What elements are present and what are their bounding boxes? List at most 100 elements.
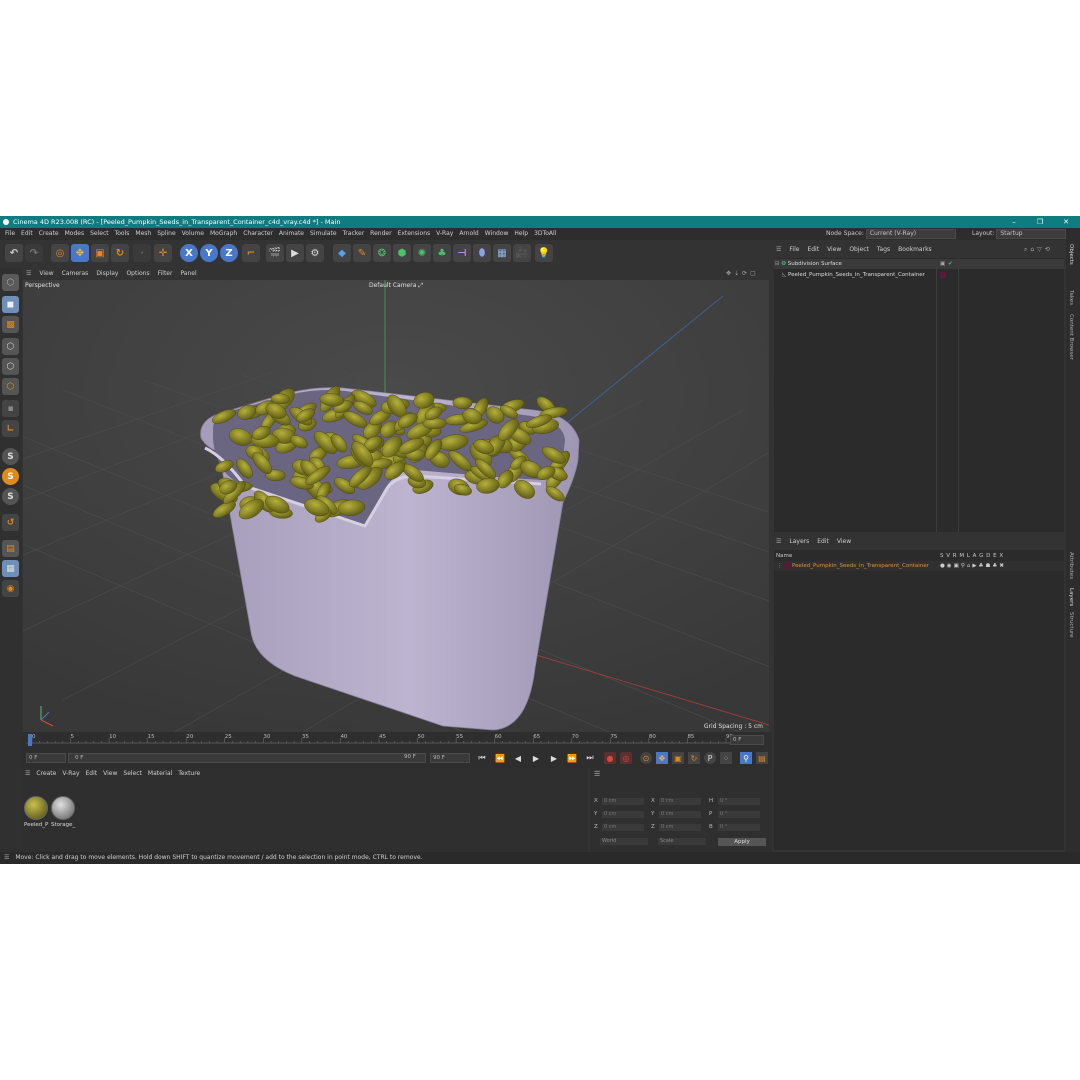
- rotation-p-field[interactable]: 0 °: [718, 811, 760, 818]
- undo-icon[interactable]: ↶: [5, 244, 23, 262]
- menu-character[interactable]: Character: [240, 228, 276, 240]
- previous-keyframe-icon[interactable]: ⏪: [494, 752, 506, 764]
- layer-flag-icons[interactable]: ●◉▣⚲⌂▶♣☗♣✖: [940, 561, 1006, 571]
- layer-menu-layers[interactable]: Layers: [785, 536, 813, 548]
- model-mode-icon[interactable]: ◼: [2, 296, 19, 313]
- node-space-dropdown[interactable]: Current (V-Ray): [865, 228, 956, 239]
- grid-lock-icon[interactable]: ▦: [2, 560, 19, 577]
- camera-icon[interactable]: 🎥: [513, 244, 531, 262]
- transform-icon[interactable]: ✛: [154, 244, 172, 262]
- tab-attributes[interactable]: Attributes: [1068, 552, 1074, 579]
- axis-mode-icon[interactable]: ∟: [2, 420, 19, 437]
- object-menu-tags[interactable]: Tags: [873, 244, 894, 256]
- material-slot[interactable]: Storage_: [51, 796, 75, 832]
- viewport-menu-filter[interactable]: Filter: [154, 268, 177, 280]
- menu-render[interactable]: Render: [367, 228, 394, 240]
- collapse-icon[interactable]: ⊟: [774, 261, 780, 267]
- deformer-icon[interactable]: ♣: [433, 244, 451, 262]
- key-rotation-icon[interactable]: ↻: [688, 752, 700, 764]
- minimize-button[interactable]: –: [1004, 216, 1024, 228]
- x-axis-button[interactable]: X: [180, 244, 198, 262]
- range-start-field[interactable]: 0 F: [68, 753, 426, 763]
- menu-volume[interactable]: Volume: [179, 228, 207, 240]
- bend-deformer-icon[interactable]: ⊣: [453, 244, 471, 262]
- viewport-menu-options[interactable]: Options: [122, 268, 153, 280]
- z-axis-button[interactable]: Z: [220, 244, 238, 262]
- recent-tool-icon[interactable]: ·: [133, 244, 151, 262]
- timeline-ruler[interactable]: 051015202530354045505560657075808590: [26, 734, 733, 744]
- render-view-icon[interactable]: 🎬: [266, 244, 284, 262]
- object-row[interactable]: ⊟ ❂ Subdivision Surface ▣ ✔: [774, 259, 1064, 269]
- enabled-check-icon[interactable]: ✔: [948, 259, 953, 269]
- snap-icon[interactable]: S: [2, 448, 19, 465]
- y-axis-button[interactable]: Y: [200, 244, 218, 262]
- layout-dropdown[interactable]: Startup: [996, 228, 1067, 239]
- motion-system-icon[interactable]: ⚲: [740, 752, 752, 764]
- extrude-generator-icon[interactable]: ⬢: [393, 244, 411, 262]
- material-menu-vray[interactable]: V-Ray: [59, 768, 82, 780]
- object-row[interactable]: ◺ Peeled_Pumpkin_Seeds_in_Transparent_Co…: [774, 270, 1072, 280]
- visibility-toggle-icon[interactable]: ▣: [940, 259, 945, 269]
- object-menu-file[interactable]: File: [785, 244, 803, 256]
- viewport-hamburger-icon[interactable]: ☰: [22, 268, 35, 280]
- menu-3dtoall[interactable]: 3DToAll: [531, 228, 559, 240]
- start-frame-field[interactable]: 0 F: [26, 753, 66, 763]
- next-keyframe-icon[interactable]: ⏩: [566, 752, 578, 764]
- layer-color-swatch[interactable]: [940, 272, 946, 278]
- play-icon[interactable]: ▶: [530, 752, 542, 764]
- apply-button[interactable]: Apply: [718, 838, 766, 846]
- tab-content-browser[interactable]: Content Browser: [1068, 314, 1074, 360]
- uv-mode-icon[interactable]: ▪: [2, 400, 19, 417]
- status-hamburger-icon[interactable]: ☰: [0, 854, 13, 861]
- object-menu-view[interactable]: View: [823, 244, 845, 256]
- key-parameter-icon[interactable]: P: [704, 752, 716, 764]
- next-frame-icon[interactable]: ▶: [548, 752, 560, 764]
- position-x-field[interactable]: 0 cm: [602, 798, 644, 805]
- position-z-field[interactable]: 0 cm: [602, 824, 644, 831]
- tweak-mode-icon[interactable]: ↺: [2, 514, 19, 531]
- menu-extensions[interactable]: Extensions: [395, 228, 434, 240]
- viewport-camera-label[interactable]: Default Camera ⤢: [369, 282, 423, 290]
- menu-edit[interactable]: Edit: [18, 228, 36, 240]
- subdivision-surface-icon[interactable]: ❂: [373, 244, 391, 262]
- edges-mode-icon[interactable]: ⬡: [2, 358, 19, 375]
- menu-tools[interactable]: Tools: [112, 228, 133, 240]
- layer-drag-icon[interactable]: ⋮: [774, 563, 783, 569]
- menu-simulate[interactable]: Simulate: [307, 228, 340, 240]
- material-hamburger-icon[interactable]: ☰: [22, 768, 33, 780]
- material-slot[interactable]: Peeled_P: [24, 796, 48, 832]
- menu-select[interactable]: Select: [87, 228, 112, 240]
- layer-color-swatch[interactable]: [784, 562, 791, 569]
- render-settings-icon[interactable]: ⚙: [306, 244, 324, 262]
- coordinate-system-icon[interactable]: ⌐: [242, 244, 260, 262]
- layer-row[interactable]: ⋮ Peeled_Pumpkin_Seeds_in_Transparent_Co…: [774, 561, 1064, 571]
- rotate-tool-icon[interactable]: ↻: [111, 244, 129, 262]
- timeline-playhead[interactable]: [28, 734, 32, 746]
- position-y-field[interactable]: 0 cm: [602, 811, 644, 818]
- render-picture-viewer-icon[interactable]: ▶: [286, 244, 304, 262]
- layer-menu-view[interactable]: View: [833, 536, 855, 548]
- key-scale-icon[interactable]: ▣: [672, 752, 684, 764]
- rotation-b-field[interactable]: 0 °: [718, 824, 760, 831]
- menu-modes[interactable]: Modes: [62, 228, 87, 240]
- texture-mode-icon[interactable]: ▩: [2, 316, 19, 333]
- workplane-icon[interactable]: ▤: [2, 540, 19, 557]
- menu-mograph[interactable]: MoGraph: [207, 228, 240, 240]
- autokey-icon[interactable]: ◎: [620, 752, 632, 764]
- menu-file[interactable]: File: [2, 228, 18, 240]
- viewport-menu-view[interactable]: View: [35, 268, 57, 280]
- material-menu-edit[interactable]: Edit: [83, 768, 101, 780]
- menu-spline[interactable]: Spline: [154, 228, 178, 240]
- close-button[interactable]: ✕: [1056, 216, 1076, 228]
- viewport-menu-display[interactable]: Display: [92, 268, 122, 280]
- floor-icon[interactable]: ▦: [493, 244, 511, 262]
- object-menu-bookmarks[interactable]: Bookmarks: [894, 244, 936, 256]
- solo-icon[interactable]: ◉: [2, 580, 19, 597]
- redo-icon[interactable]: ↷: [25, 244, 43, 262]
- key-pla-icon[interactable]: ⁘: [720, 752, 732, 764]
- live-selection-icon[interactable]: ◎: [51, 244, 69, 262]
- material-menu-select[interactable]: Select: [120, 768, 145, 780]
- coordinate-space-dropdown[interactable]: World: [600, 838, 648, 845]
- scale-tool-icon[interactable]: ▣: [91, 244, 109, 262]
- end-frame-field[interactable]: 90 F: [430, 753, 470, 763]
